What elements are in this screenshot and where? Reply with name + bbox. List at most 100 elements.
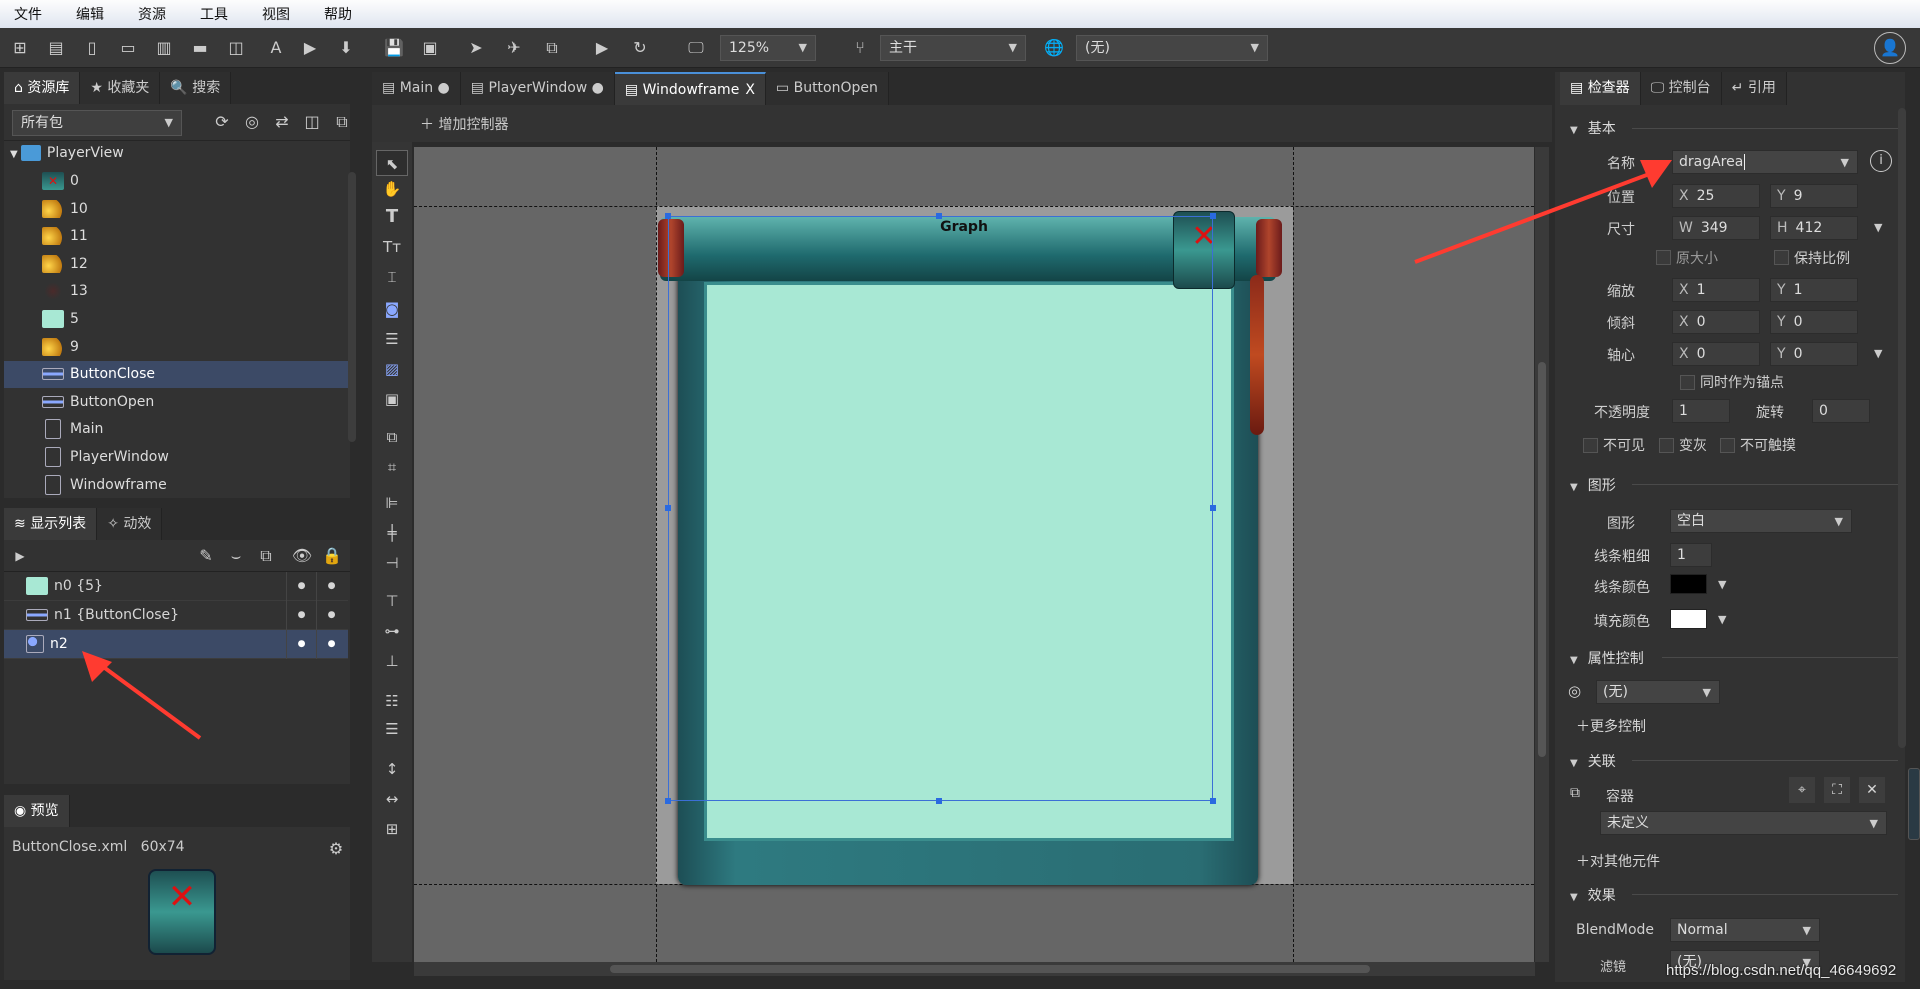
play-icon[interactable]: ▶: [590, 36, 614, 60]
tab-display-list[interactable]: ≋ 显示列表: [4, 508, 98, 540]
size-options-chevron-icon[interactable]: ▼: [1874, 221, 1882, 234]
display-list-row[interactable]: n2 ● ●: [4, 630, 348, 659]
list-tool-icon[interactable]: ☰: [376, 326, 408, 352]
tree-item[interactable]: 5: [4, 306, 348, 333]
lock-toggle[interactable]: ●: [316, 601, 346, 630]
select-tool-icon[interactable]: ⬉: [376, 150, 408, 176]
pivot-options-chevron-icon[interactable]: ▼: [1874, 347, 1882, 360]
document-tab[interactable]: ▤ PlayerWindow ●: [460, 72, 615, 105]
new-button-icon[interactable]: ▭: [116, 36, 140, 60]
menu-help[interactable]: 帮助: [324, 4, 352, 24]
gear-select[interactable]: (无) ▼: [1596, 680, 1720, 704]
side-meter-widget[interactable]: [1908, 768, 1920, 840]
chevron-down-icon[interactable]: ▼: [1718, 613, 1726, 626]
section-effect[interactable]: 效果: [1570, 885, 1616, 905]
tab-transitions[interactable]: ✧ 动效: [97, 508, 163, 540]
tree-item[interactable]: 9: [4, 334, 348, 361]
split-view-icon[interactable]: ◫: [300, 110, 324, 134]
relation-tool-icon[interactable]: ⌗: [376, 454, 408, 480]
untouchable-checkbox[interactable]: [1720, 438, 1735, 453]
lock-icon[interactable]: 🔒: [320, 544, 344, 568]
keep-ratio-checkbox[interactable]: [1774, 250, 1789, 265]
menu-edit[interactable]: 编辑: [76, 4, 104, 24]
tab-search[interactable]: 🔍 搜索: [160, 72, 232, 104]
menu-file[interactable]: 文件: [14, 4, 42, 24]
tree-item[interactable]: 13: [4, 278, 348, 305]
section-basic[interactable]: 基本: [1570, 118, 1616, 138]
refresh-icon[interactable]: ⟳: [210, 110, 234, 134]
shape-select[interactable]: 空白 ▼: [1670, 509, 1852, 533]
section-relation[interactable]: 关联: [1570, 751, 1616, 771]
duplicate-icon[interactable]: ⧉: [254, 544, 278, 568]
tab-favorites[interactable]: ★ 收藏夹: [80, 72, 161, 104]
refresh-icon[interactable]: ↻: [628, 36, 652, 60]
chevron-down-icon[interactable]: ▼: [1718, 578, 1726, 591]
original-size-checkbox[interactable]: [1656, 250, 1671, 265]
display-icon[interactable]: 🖵: [684, 36, 708, 60]
blend-mode-select[interactable]: Normal ▼: [1670, 918, 1820, 942]
section-shape[interactable]: 图形: [1570, 475, 1616, 495]
align-bottom-icon[interactable]: ⊥: [376, 648, 408, 674]
locate-icon[interactable]: ◎: [240, 110, 264, 134]
new-font-icon[interactable]: A: [264, 36, 288, 60]
inspector-scrollbar[interactable]: [1898, 108, 1906, 748]
collapse-icon[interactable]: ⧉: [330, 110, 354, 134]
canvas-vertical-scrollbar[interactable]: [1535, 147, 1549, 962]
new-progress-icon[interactable]: ▬: [188, 36, 212, 60]
tab-inspector[interactable]: ▤ 检查器: [1560, 72, 1641, 105]
container-select[interactable]: 未定义 ▼: [1600, 811, 1887, 835]
invisible-checkbox[interactable]: [1583, 438, 1598, 453]
tree-item[interactable]: Main: [4, 416, 348, 443]
close-tab-button[interactable]: X: [745, 82, 755, 98]
hide-eye-icon[interactable]: ⌣: [224, 544, 248, 568]
info-icon[interactable]: i: [1870, 150, 1892, 172]
resize-handle[interactable]: [665, 798, 671, 804]
grid-icon[interactable]: ⊞: [376, 816, 408, 842]
globe-icon[interactable]: 🌐: [1042, 36, 1066, 60]
align-top-icon[interactable]: ⊤: [376, 588, 408, 614]
swap-icon[interactable]: ⇄: [270, 110, 294, 134]
bookmark-icon[interactable]: ▯: [80, 36, 104, 60]
new-document-icon[interactable]: ▤: [44, 36, 68, 60]
display-list-row[interactable]: n0 {5} ● ●: [4, 572, 348, 601]
tree-item[interactable]: 12: [4, 251, 348, 278]
zoom-select[interactable]: 125% ▼: [720, 35, 816, 61]
text-tool-icon[interactable]: T: [376, 204, 408, 230]
publish-code-icon[interactable]: ⧉: [540, 36, 564, 60]
alpha-input[interactable]: 1: [1672, 399, 1730, 423]
publish-settings-icon[interactable]: ✈: [502, 36, 526, 60]
stage-canvas[interactable]: ✕ Graph: [414, 147, 1534, 962]
tree-item[interactable]: ButtonClose: [4, 361, 348, 389]
align-left-icon[interactable]: ⊫: [376, 490, 408, 516]
new-combo-icon[interactable]: ▥: [152, 36, 176, 60]
x-input[interactable]: X 25: [1672, 184, 1760, 208]
loader3d-tool-icon[interactable]: ▣: [376, 386, 408, 412]
pivot-x-input[interactable]: X0: [1672, 342, 1760, 366]
pivot-y-input[interactable]: Y0: [1770, 342, 1858, 366]
resize-handle[interactable]: [1210, 505, 1216, 511]
rotation-input[interactable]: 0: [1812, 399, 1870, 423]
tree-scrollbar[interactable]: [348, 172, 356, 442]
as-anchor-checkbox[interactable]: [1680, 375, 1695, 390]
gear-icon[interactable]: ⚙: [324, 837, 348, 861]
import-icon[interactable]: ⬇: [334, 36, 358, 60]
resize-handle[interactable]: [936, 798, 942, 804]
tab-console[interactable]: 🖵 控制台: [1640, 72, 1722, 105]
tab-references[interactable]: ↵ 引用: [1721, 72, 1787, 105]
expand-icon[interactable]: ⛶: [1824, 777, 1850, 803]
eye-icon[interactable]: 👁: [290, 544, 314, 568]
relate-other-button[interactable]: ＋对其他元件: [1576, 851, 1660, 871]
input-text-tool-icon[interactable]: ⌶: [376, 264, 408, 290]
user-avatar-icon[interactable]: 👤: [1874, 32, 1906, 64]
menu-assets[interactable]: 资源: [138, 4, 166, 24]
display-list-row[interactable]: n1 {ButtonClose} ● ●: [4, 601, 348, 630]
height-input[interactable]: H 412: [1770, 216, 1858, 240]
scale-x-input[interactable]: X1: [1672, 278, 1760, 302]
tree-item[interactable]: ButtonOpen: [4, 389, 348, 416]
same-width-icon[interactable]: ↔: [376, 786, 408, 812]
new-slider-icon[interactable]: ◫: [224, 36, 248, 60]
eye-icon[interactable]: ◎: [1568, 682, 1581, 700]
new-folder-icon[interactable]: ⊞: [8, 36, 32, 60]
tree-item[interactable]: Windowframe: [4, 472, 348, 499]
tree-item[interactable]: 11: [4, 223, 348, 250]
